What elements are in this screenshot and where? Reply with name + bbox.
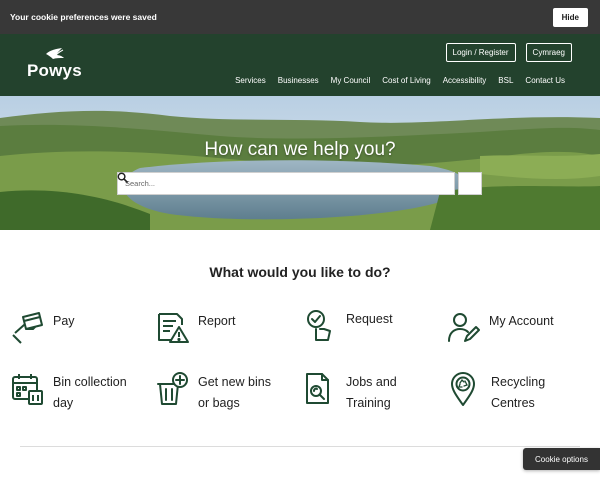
calendar-bin-icon bbox=[12, 374, 43, 405]
task-label-multiline: Jobs and Training bbox=[346, 375, 397, 410]
search-input[interactable] bbox=[117, 172, 455, 195]
task-my-account[interactable]: My Account bbox=[447, 311, 554, 345]
task-request[interactable]: Request bbox=[304, 309, 393, 343]
recycling-pin-icon bbox=[451, 372, 475, 406]
task-label-multiline: Bin collection day bbox=[53, 375, 127, 410]
task-jobs-and-training[interactable]: Jobs and Training bbox=[304, 372, 397, 414]
main-navigation: Services Businesses My Council Cost of L… bbox=[235, 76, 565, 85]
tasks-heading: What would you like to do? bbox=[209, 264, 391, 280]
hero-heading: How can we help you? bbox=[204, 139, 396, 160]
task-label-multiline: Get new bins or bags bbox=[198, 375, 271, 410]
bin-add-icon bbox=[157, 372, 188, 405]
task-label: Pay bbox=[53, 314, 75, 328]
search-icon bbox=[117, 172, 128, 183]
user-edit-icon bbox=[448, 313, 480, 342]
site-search bbox=[117, 172, 482, 195]
nav-accessibility[interactable]: Accessibility bbox=[443, 76, 487, 85]
site-header: Powys Login / Register Cymraeg Services … bbox=[0, 34, 600, 96]
section-divider bbox=[20, 446, 580, 447]
nav-cost-of-living[interactable]: Cost of Living bbox=[382, 76, 430, 85]
logo-text[interactable]: Powys bbox=[27, 61, 82, 81]
landscape-hero-image bbox=[0, 96, 600, 230]
nav-my-council[interactable]: My Council bbox=[331, 76, 371, 85]
task-bin-collection-day[interactable]: Bin collection day bbox=[11, 372, 127, 414]
nav-bsl[interactable]: BSL bbox=[498, 76, 513, 85]
nav-services[interactable]: Services bbox=[235, 76, 266, 85]
task-label: My Account bbox=[489, 314, 554, 328]
cookie-options-button[interactable]: Cookie options bbox=[523, 448, 600, 470]
cookie-banner: Your cookie preferences were saved Hide bbox=[0, 0, 600, 34]
cookie-message: Your cookie preferences were saved bbox=[10, 12, 157, 22]
cymraeg-language-button[interactable]: Cymraeg bbox=[525, 43, 572, 62]
card-payment-icon bbox=[12, 312, 43, 344]
task-report[interactable]: Report bbox=[156, 311, 236, 345]
nav-contact-us[interactable]: Contact Us bbox=[525, 76, 565, 85]
hero-banner: How can we help you? bbox=[0, 96, 600, 230]
task-recycling-centres[interactable]: Recycling Centres bbox=[449, 372, 545, 414]
document-search-icon bbox=[306, 373, 329, 404]
request-hand-icon bbox=[307, 310, 331, 341]
task-label: Request bbox=[346, 312, 393, 326]
task-label-multiline: Recycling Centres bbox=[491, 375, 546, 410]
login-register-button[interactable]: Login / Register bbox=[445, 43, 516, 62]
nav-businesses[interactable]: Businesses bbox=[278, 76, 319, 85]
hide-cookie-banner-button[interactable]: Hide bbox=[552, 7, 588, 27]
task-get-new-bins[interactable]: Get new bins or bags bbox=[156, 372, 271, 414]
task-pay[interactable]: Pay bbox=[11, 311, 75, 345]
report-warning-icon bbox=[158, 313, 189, 343]
task-label: Report bbox=[198, 314, 236, 328]
search-button[interactable] bbox=[117, 172, 482, 195]
header-actions: Login / Register Cymraeg bbox=[445, 43, 572, 62]
